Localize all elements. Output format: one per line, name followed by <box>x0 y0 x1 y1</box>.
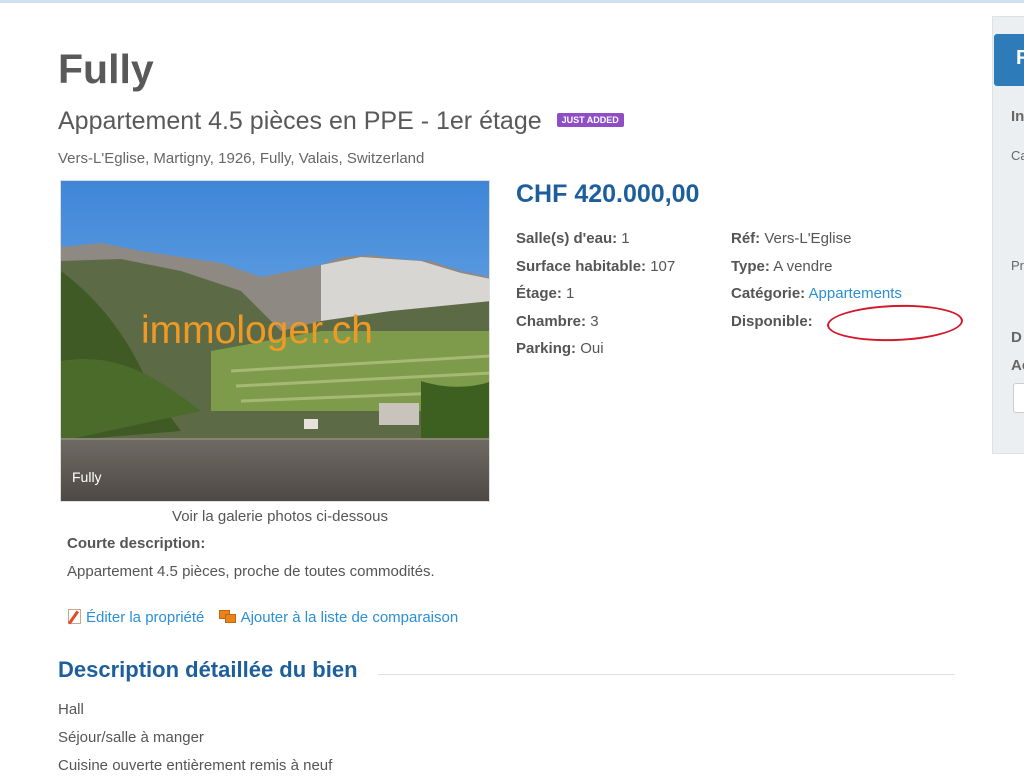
property-subtitle: Appartement 4.5 pièces en PPE - 1er étag… <box>58 107 624 136</box>
short-description-text: Appartement 4.5 pièces, proche de toutes… <box>67 563 435 580</box>
spec-label: Salle(s) d'eau: <box>516 230 618 247</box>
spec-floor: Étage: 1 <box>516 284 675 312</box>
gallery-note: Voir la galerie photos ci-dessous <box>172 508 388 525</box>
spec-living-area: Surface habitable: 107 <box>516 257 675 285</box>
property-photo[interactable]: immologer.ch Fully <box>60 180 490 502</box>
description-line: Séjour/salle à manger <box>58 729 204 746</box>
spec-value: 1 <box>566 285 575 302</box>
detailed-description: Hall Séjour/salle à manger Cuisine ouver… <box>58 700 332 784</box>
category-link[interactable]: Appartements <box>809 285 902 302</box>
sidebar-fragment: Ac <box>1011 357 1024 374</box>
short-description-label: Courte description: <box>67 535 206 552</box>
page-title: Fully <box>58 46 154 92</box>
property-price: CHF 420.000,00 <box>516 180 700 208</box>
sidebar-input[interactable] <box>1013 383 1024 413</box>
detailed-description-title: Description détaillée du bien <box>58 657 358 682</box>
edit-property-label: Éditer la propriété <box>86 609 205 626</box>
spec-value: Oui <box>580 340 604 357</box>
spec-label: Disponible: <box>731 312 813 330</box>
spec-bedrooms: Chambre: 3 <box>516 312 675 340</box>
sidebar-button[interactable]: F <box>994 34 1024 86</box>
section-divider <box>378 674 955 675</box>
spec-value: 3 <box>590 312 599 330</box>
spec-value: 1 <box>621 230 630 247</box>
add-to-compare-label: Ajouter à la liste de comparaison <box>240 609 459 626</box>
compare-icon <box>218 610 236 623</box>
spec-type: Type: A vendre <box>731 257 902 285</box>
property-address: Vers-L'Eglise, Martigny, 1926, Fully, Va… <box>58 150 425 167</box>
edit-property-link[interactable]: Éditer la propriété <box>68 609 209 626</box>
spec-label: Surface habitable: <box>516 257 647 275</box>
spec-label: Catégorie: <box>731 285 806 302</box>
spec-label: Réf: <box>731 230 761 247</box>
sidebar-fragment: Ca <box>1011 148 1024 163</box>
spec-label: Étage: <box>516 285 562 302</box>
pencil-edit-icon <box>68 609 81 624</box>
sidebar-fragment: D <box>1011 329 1022 346</box>
add-to-compare-link[interactable]: Ajouter à la liste de comparaison <box>218 609 459 626</box>
spec-label: Parking: <box>516 340 577 357</box>
spec-label: Type: <box>731 257 770 275</box>
property-actions: Éditer la propriété Ajouter à la liste d… <box>68 609 468 626</box>
spec-value: A vendre <box>773 257 833 275</box>
sidebar-button-label: F <box>1016 47 1024 69</box>
sidebar-fragment: Pr <box>1011 258 1024 273</box>
watermark-text: immologer.ch <box>141 309 373 352</box>
spec-value: Vers-L'Eglise <box>764 230 852 247</box>
spec-parking: Parking: Oui <box>516 339 675 367</box>
property-subtitle-text: Appartement 4.5 pièces en PPE - 1er étag… <box>58 107 542 135</box>
spec-bathrooms: Salle(s) d'eau: 1 <box>516 229 675 257</box>
specs-left: Salle(s) d'eau: 1 Surface habitable: 107… <box>516 229 675 367</box>
just-added-badge: JUST ADDED <box>556 113 624 128</box>
sidebar-fragment: In <box>1011 108 1024 125</box>
spec-reference: Réf: Vers-L'Eglise <box>731 229 902 257</box>
description-line: Hall <box>58 701 84 718</box>
spec-value: 107 <box>650 257 676 275</box>
browser-top-edge <box>0 0 1024 3</box>
description-line: Cuisine ouverte entièrement remis à neuf <box>58 757 333 774</box>
spec-label: Chambre: <box>516 312 587 330</box>
photo-caption: Fully <box>72 469 102 485</box>
